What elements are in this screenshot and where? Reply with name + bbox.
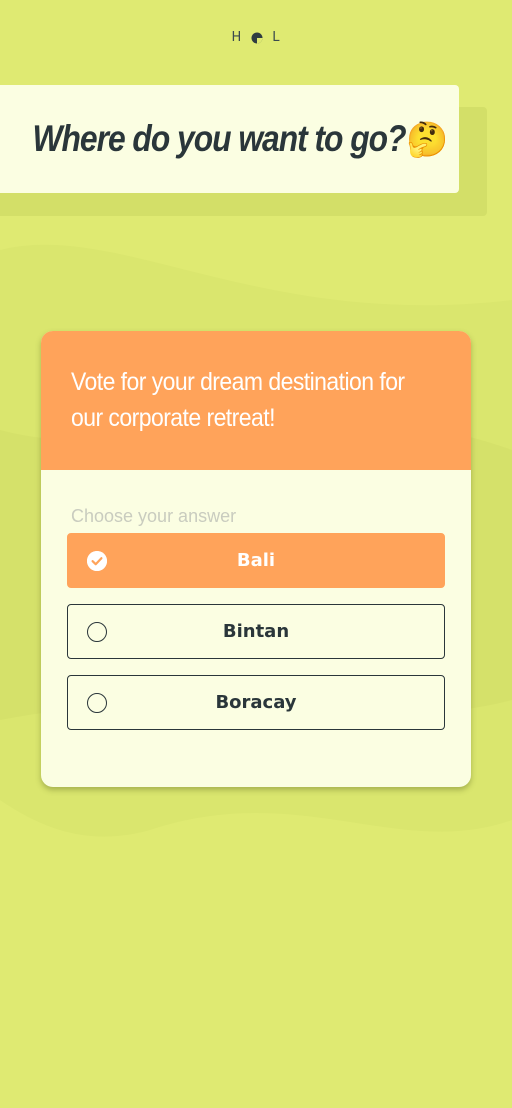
- thinking-face-icon: 🤔: [406, 121, 448, 159]
- brand-logo: H L: [0, 30, 512, 45]
- title-card: Where do you want to go?🤔: [0, 85, 459, 193]
- logo-letter-l: L: [272, 30, 281, 45]
- option-label: Boracay: [215, 692, 297, 713]
- radio-circle-icon: [87, 621, 107, 642]
- page-title: Where do you want to go?🤔: [32, 118, 449, 160]
- option-boracay[interactable]: Boracay: [67, 675, 445, 730]
- logo-letter-h: H: [231, 30, 243, 45]
- option-label: Bintan: [222, 621, 290, 642]
- option-label: Bali: [236, 550, 276, 571]
- checked-radio-icon: [87, 550, 107, 571]
- poll-card: Vote for your dream destination for our …: [41, 331, 471, 787]
- option-bintan[interactable]: Bintan: [67, 604, 445, 659]
- page-title-text: Where do you want to go?: [32, 118, 407, 159]
- poll-header: Vote for your dream destination for our …: [41, 331, 471, 470]
- poll-body: Choose your answer Bali Bintan Boracay: [41, 470, 471, 730]
- poll-question: Vote for your dream destination for our …: [71, 368, 405, 432]
- hol-logo-dot-icon: [251, 32, 263, 44]
- option-bali[interactable]: Bali: [67, 533, 445, 588]
- radio-circle-icon: [87, 692, 107, 713]
- choose-answer-label: Choose your answer: [71, 506, 237, 526]
